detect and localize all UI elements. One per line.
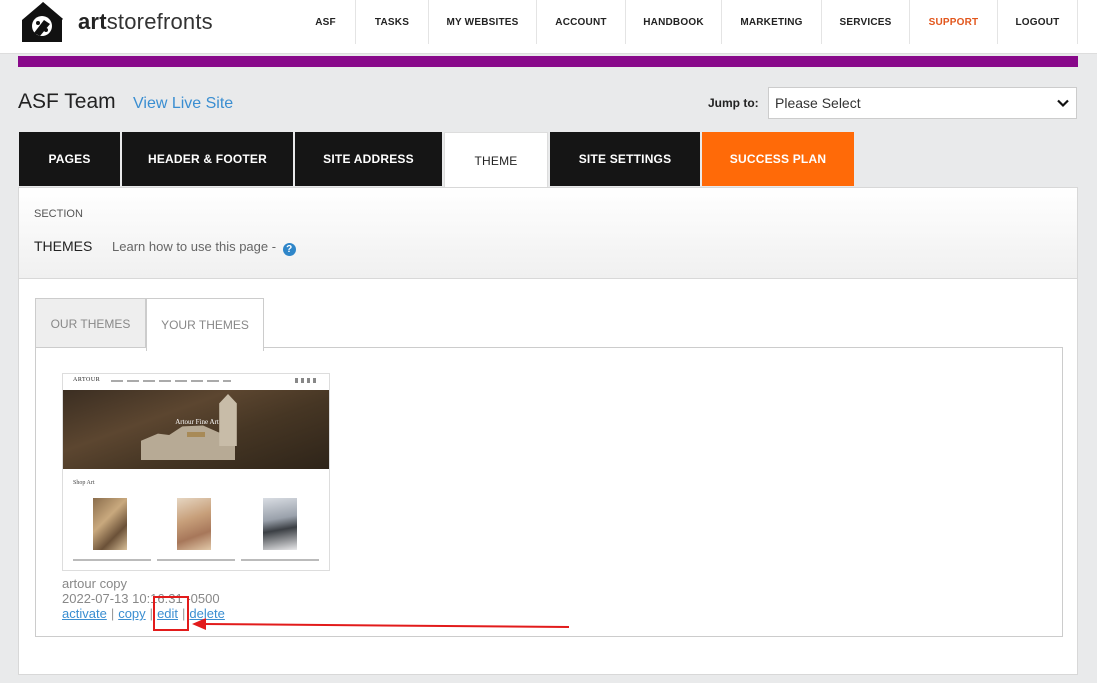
thumbnail-hero-title: Artour Fine Art bbox=[175, 418, 219, 426]
tab-pages[interactable]: PAGES bbox=[19, 132, 120, 186]
accent-bar bbox=[18, 56, 1078, 67]
thumbnail-artwork bbox=[93, 498, 127, 550]
tab-success-plan[interactable]: SUCCESS PLAN bbox=[702, 132, 854, 186]
thumbnail-nav-icons bbox=[295, 378, 319, 383]
tab-theme[interactable]: THEME bbox=[444, 132, 548, 188]
thumbnail-artwork bbox=[263, 498, 297, 550]
tab-site-settings[interactable]: SITE SETTINGS bbox=[550, 132, 700, 186]
section-title: THEMES bbox=[34, 238, 93, 254]
edit-highlight-box bbox=[153, 596, 189, 631]
thumbnail-logo: ARTOUR bbox=[73, 377, 101, 383]
brand-name: artstorefronts bbox=[78, 9, 213, 34]
nav-item-my-websites[interactable]: MY WEBSITES bbox=[429, 0, 537, 44]
activate-link[interactable]: activate bbox=[62, 606, 107, 621]
nav-item-tasks[interactable]: TASKS bbox=[356, 0, 429, 44]
learn-how-text: Learn how to use this page - bbox=[112, 239, 277, 254]
thumbnail-hero-image: Artour Fine Art bbox=[63, 390, 329, 469]
thumbnail-header: ARTOUR bbox=[63, 374, 329, 390]
site-title: ASF Team bbox=[18, 90, 116, 113]
jump-to-value: Please Select bbox=[775, 95, 861, 111]
your-themes-list: ARTOUR Artour Fine Art Shop Art artour c… bbox=[35, 347, 1063, 637]
nav-item-support[interactable]: SUPPORT bbox=[910, 0, 998, 44]
tab-your-themes[interactable]: YOUR THEMES bbox=[146, 298, 264, 351]
section-label: SECTION bbox=[34, 208, 83, 220]
tab-our-themes[interactable]: OUR THEMES bbox=[35, 298, 146, 350]
annotation-arrow-icon bbox=[192, 618, 570, 630]
thumbnail-nav-links bbox=[111, 380, 231, 382]
section-tabs: PAGES HEADER & FOOTER SITE ADDRESS THEME SIT… bbox=[19, 132, 856, 188]
copy-link[interactable]: copy bbox=[118, 606, 145, 621]
thumbnail-hero-button bbox=[187, 432, 205, 437]
nav-item-marketing[interactable]: MARKETING bbox=[722, 0, 822, 44]
theme-thumbnail[interactable]: ARTOUR Artour Fine Art Shop Art bbox=[62, 373, 330, 571]
section-header-panel: SECTION THEMES Learn how to use this pag… bbox=[18, 187, 1078, 279]
nav-item-account[interactable]: ACCOUNT bbox=[537, 0, 626, 44]
chevron-down-icon bbox=[1057, 99, 1069, 108]
jump-to-label: Jump to: bbox=[708, 96, 759, 110]
thumbnail-caption bbox=[73, 559, 151, 561]
nav-item-asf[interactable]: ASF bbox=[296, 0, 356, 44]
nav-item-services[interactable]: SERVICES bbox=[822, 0, 910, 44]
nav-item-logout[interactable]: LOGOUT bbox=[998, 0, 1078, 44]
storefront-logo-icon bbox=[18, 0, 66, 44]
thumbnail-caption bbox=[241, 559, 319, 561]
action-separator: | bbox=[110, 606, 115, 621]
theme-date: 2022-07-13 10:16:31 -0500 bbox=[62, 591, 220, 606]
view-live-site-link[interactable]: View Live Site bbox=[133, 95, 233, 113]
nav-item-handbook[interactable]: HANDBOOK bbox=[626, 0, 722, 44]
thumbnail-section-title: Shop Art bbox=[73, 480, 95, 486]
theme-name: artour copy bbox=[62, 576, 128, 591]
main-menu: ASF TASKS MY WEBSITES ACCOUNT HANDBOOK MARKET… bbox=[296, 0, 1078, 44]
top-navigation-bar: artstorefronts ASF TASKS MY WEBSITES ACCOUN… bbox=[0, 0, 1097, 54]
tab-header-footer[interactable]: HEADER & FOOTER bbox=[122, 132, 293, 186]
thumbnail-caption bbox=[157, 559, 235, 561]
brand-logo[interactable]: artstorefronts bbox=[18, 0, 213, 44]
learn-how-link[interactable]: Learn how to use this page - ? bbox=[112, 239, 296, 256]
thumbnail-artwork bbox=[177, 498, 211, 550]
help-icon[interactable]: ? bbox=[282, 243, 296, 256]
jump-to-select[interactable]: Please Select bbox=[768, 87, 1077, 119]
tab-site-address[interactable]: SITE ADDRESS bbox=[295, 132, 442, 186]
